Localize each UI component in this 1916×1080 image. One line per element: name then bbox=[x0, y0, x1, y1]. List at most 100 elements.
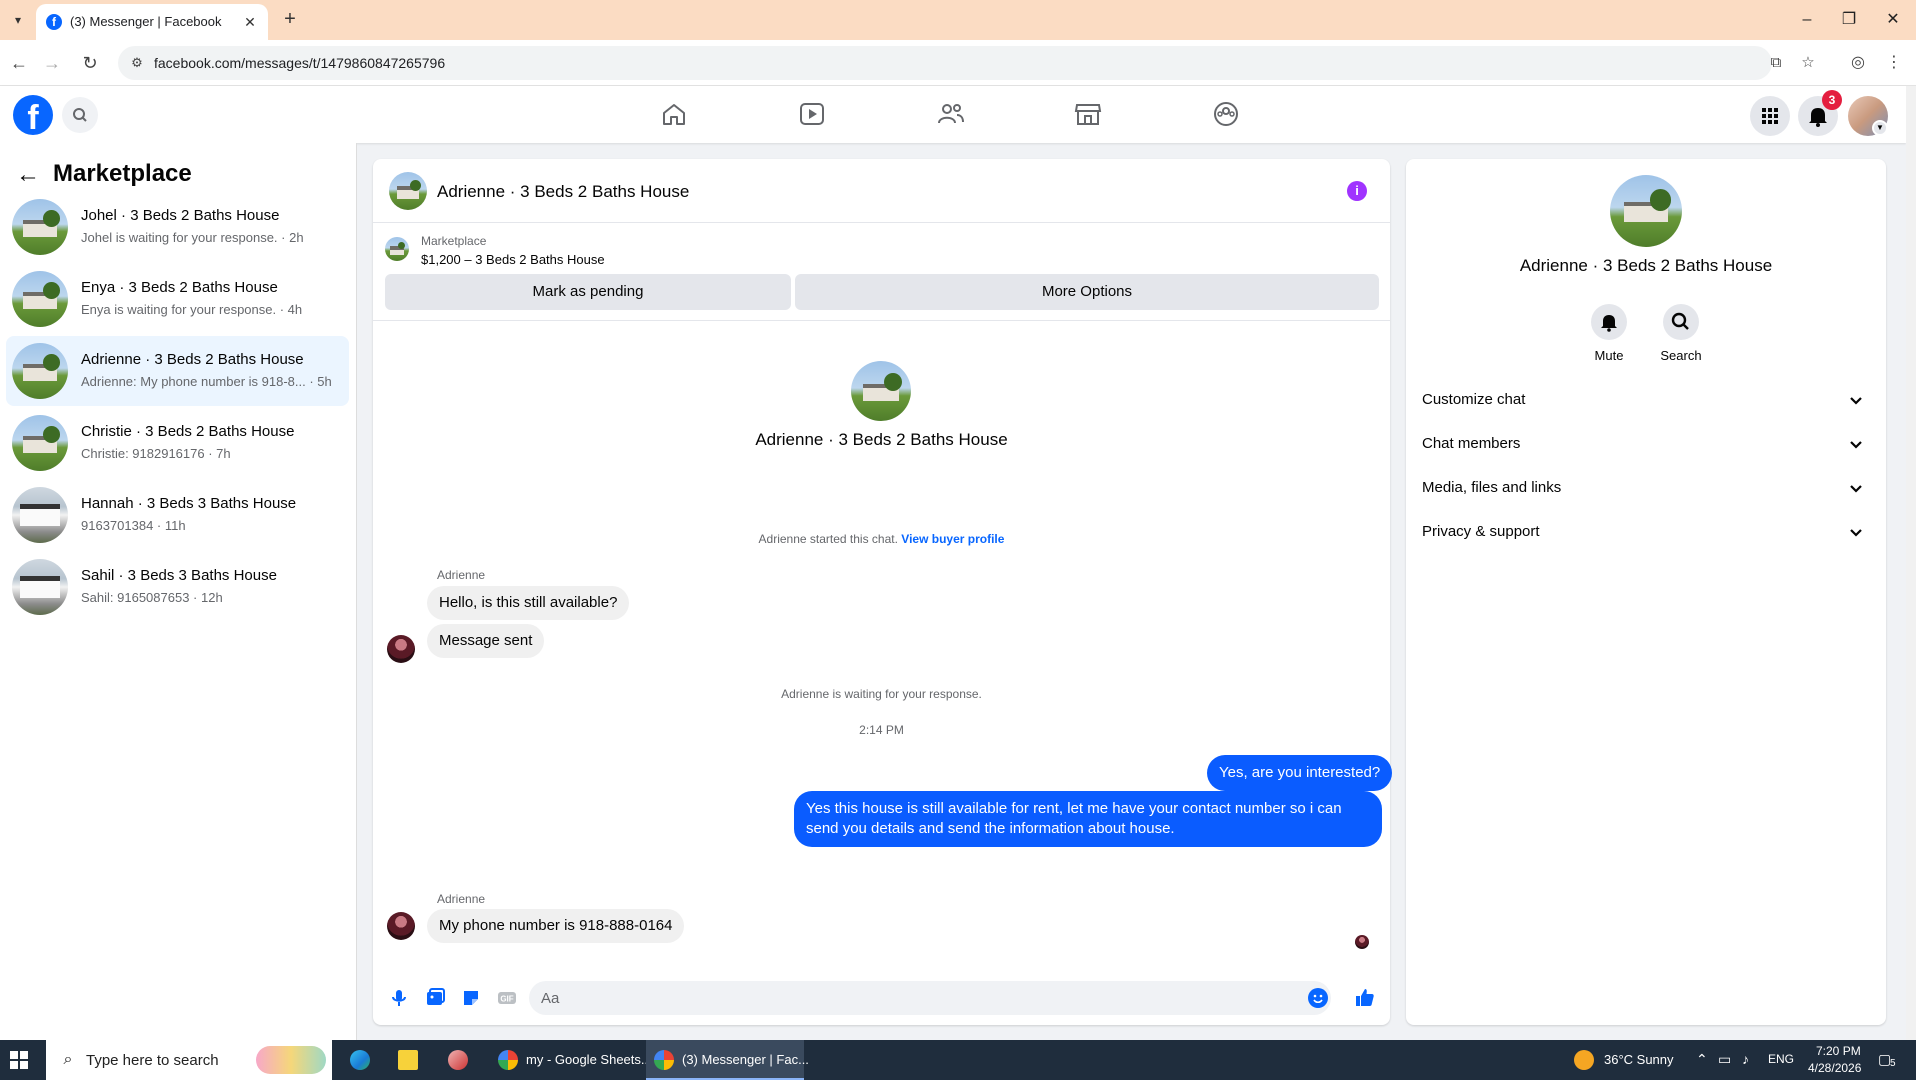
restore-icon[interactable]: ❐ bbox=[1834, 8, 1864, 32]
started-text: Adrienne started this chat. bbox=[758, 532, 898, 546]
language-indicator[interactable]: ENG bbox=[1768, 1052, 1794, 1066]
browser-tab-messenger[interactable]: f (3) Messenger | Facebook ✕ bbox=[36, 4, 268, 40]
sticker-icon[interactable] bbox=[459, 986, 483, 1010]
incoming-message[interactable]: Hello, is this still available? bbox=[427, 586, 630, 620]
conversation-item-active[interactable]: Adrienne · 3 Beds 2 Baths House Adrienne… bbox=[6, 336, 349, 406]
volume-icon[interactable]: ♪ bbox=[1742, 1051, 1749, 1067]
view-buyer-profile-link[interactable]: View buyer profile bbox=[901, 532, 1004, 546]
clock-date[interactable]: 4/28/2026 bbox=[1808, 1061, 1861, 1075]
app-icon-taskbar[interactable] bbox=[442, 1040, 474, 1080]
chat-avatar[interactable] bbox=[389, 172, 427, 210]
windows-taskbar: ⌕ Type here to search my - Google Sheets… bbox=[0, 1040, 1916, 1080]
thumbs-up-icon[interactable] bbox=[1353, 986, 1377, 1010]
sender-avatar[interactable] bbox=[387, 635, 415, 663]
chrome-icon bbox=[498, 1050, 518, 1070]
notification-badge: 3 bbox=[1822, 90, 1842, 110]
microphone-icon[interactable] bbox=[387, 986, 411, 1010]
details-name: Adrienne · 3 Beds 2 Baths House bbox=[1519, 256, 1773, 275]
url-text[interactable]: facebook.com/messages/t/1479860847265796 bbox=[154, 55, 445, 71]
forward-icon[interactable]: → bbox=[40, 51, 64, 75]
page-scrollbar[interactable] bbox=[1906, 86, 1916, 1040]
gif-icon[interactable]: GIF bbox=[495, 986, 519, 1010]
listing-thumbnail[interactable] bbox=[385, 237, 409, 261]
svg-text:GIF: GIF bbox=[500, 995, 513, 1004]
photo-icon[interactable] bbox=[423, 986, 447, 1010]
back-icon[interactable]: ← bbox=[7, 51, 31, 75]
tab-close-icon[interactable]: ✕ bbox=[240, 12, 260, 32]
taskbar-search-box[interactable]: ⌕ Type here to search bbox=[46, 1040, 332, 1080]
conversation-item[interactable]: Hannah · 3 Beds 3 Baths House 9163701384… bbox=[6, 480, 349, 550]
friends-icon[interactable] bbox=[931, 96, 971, 132]
groups-icon[interactable] bbox=[1206, 96, 1246, 132]
video-icon[interactable] bbox=[792, 96, 832, 132]
taskbar-app-google-sheets[interactable]: my - Google Sheets... bbox=[490, 1040, 652, 1080]
conversation-item[interactable]: Christie · 3 Beds 2 Baths House Christie… bbox=[6, 408, 349, 478]
facebook-header: f 3 ▼ bbox=[0, 86, 1906, 143]
details-avatar[interactable] bbox=[1610, 175, 1682, 247]
sender-avatar[interactable] bbox=[387, 912, 415, 940]
conversation-name: Adrienne · 3 Beds 2 Baths House bbox=[81, 351, 304, 368]
taskbar-app-messenger[interactable]: (3) Messenger | Fac... bbox=[646, 1040, 809, 1080]
section-label: Media, files and links bbox=[1422, 479, 1562, 496]
more-options-button[interactable]: More Options bbox=[795, 274, 1379, 310]
weather-widget[interactable] bbox=[1574, 1040, 1594, 1080]
browser-menu-icon[interactable]: ⋮ bbox=[1882, 51, 1906, 75]
listing-thumbnail bbox=[12, 487, 68, 543]
conversation-item[interactable]: Johel · 3 Beds 2 Baths House Johel is wa… bbox=[6, 192, 349, 262]
close-window-icon[interactable]: ✕ bbox=[1878, 8, 1908, 32]
search-highlight-art bbox=[256, 1046, 326, 1074]
message-input[interactable] bbox=[529, 981, 1331, 1015]
media-files-links-section[interactable]: Media, files and links bbox=[1422, 470, 1870, 506]
conversation-name: Enya · 3 Beds 2 Baths House bbox=[81, 279, 278, 296]
new-tab-icon[interactable]: + bbox=[278, 8, 302, 32]
site-info-icon[interactable]: ⚙ bbox=[128, 54, 146, 72]
mute-label: Mute bbox=[1594, 348, 1624, 363]
profile-icon[interactable]: ◎ bbox=[1846, 51, 1870, 75]
marketplace-icon[interactable] bbox=[1068, 96, 1108, 132]
intro-avatar bbox=[851, 361, 911, 421]
listing-price[interactable]: $1,200 – 3 Beds 2 Baths House bbox=[421, 252, 605, 267]
network-icon[interactable]: ▭ bbox=[1718, 1051, 1731, 1068]
menu-grid-icon[interactable] bbox=[1750, 96, 1790, 136]
chat-details-panel: Adrienne · 3 Beds 2 Baths House Mute Sea… bbox=[1406, 159, 1886, 1025]
emoji-icon[interactable] bbox=[1308, 988, 1328, 1008]
search-conversation-button[interactable]: Search bbox=[1651, 304, 1711, 363]
reload-icon[interactable]: ↻ bbox=[78, 51, 102, 75]
incoming-message[interactable]: My phone number is 918-888-0164 bbox=[427, 909, 685, 943]
clock-time[interactable]: 7:20 PM bbox=[1816, 1044, 1861, 1058]
facebook-favicon-icon: f bbox=[46, 14, 62, 30]
sender-name: Adrienne bbox=[437, 568, 486, 582]
minimize-icon[interactable]: – bbox=[1792, 8, 1822, 32]
tray-chevron-up-icon[interactable]: ⌃ bbox=[1696, 1051, 1708, 1068]
bookmark-star-icon[interactable]: ☆ bbox=[1798, 53, 1818, 73]
facebook-logo-icon[interactable]: f bbox=[13, 95, 53, 135]
back-arrow-icon[interactable]: ← bbox=[14, 161, 42, 189]
search-icon[interactable] bbox=[62, 97, 98, 133]
weather-text[interactable]: 36°C Sunny bbox=[1604, 1052, 1674, 1067]
outgoing-message[interactable]: Yes, are you interested? bbox=[1207, 755, 1393, 791]
chat-header: Adrienne · 3 Beds 2 Baths House i bbox=[373, 159, 1390, 223]
edge-icon bbox=[350, 1050, 370, 1070]
url-omnibox[interactable]: ⚙ facebook.com/messages/t/14798608472657… bbox=[118, 46, 1815, 80]
customize-chat-section[interactable]: Customize chat bbox=[1422, 382, 1870, 418]
home-icon[interactable] bbox=[654, 96, 694, 132]
incoming-message[interactable]: Message sent bbox=[427, 624, 545, 658]
chevron-down-icon[interactable]: ▼ bbox=[1872, 120, 1888, 136]
windows-start-icon[interactable] bbox=[10, 1051, 28, 1069]
outgoing-message[interactable]: Yes this house is still available for re… bbox=[794, 791, 1382, 847]
mark-pending-button[interactable]: Mark as pending bbox=[385, 274, 791, 310]
bell-icon bbox=[1591, 304, 1627, 340]
edge-app[interactable] bbox=[344, 1040, 376, 1080]
install-app-icon[interactable]: ⧉ bbox=[1766, 53, 1786, 73]
conversation-item[interactable]: Sahil · 3 Beds 3 Baths House Sahil: 9165… bbox=[6, 552, 349, 622]
privacy-support-section[interactable]: Privacy & support bbox=[1422, 514, 1870, 550]
mute-button[interactable]: Mute bbox=[1579, 304, 1639, 363]
sticky-notes-app[interactable] bbox=[392, 1040, 424, 1080]
chat-members-section[interactable]: Chat members bbox=[1422, 426, 1870, 462]
tab-title: (3) Messenger | Facebook bbox=[70, 14, 222, 29]
info-icon[interactable]: i bbox=[1347, 181, 1367, 201]
listing-thumbnail bbox=[12, 199, 68, 255]
chat-title[interactable]: Adrienne · 3 Beds 2 Baths House bbox=[437, 182, 689, 202]
conversation-item[interactable]: Enya · 3 Beds 2 Baths House Enya is wait… bbox=[6, 264, 349, 334]
tab-search-menu-icon[interactable]: ▾ bbox=[8, 10, 28, 30]
